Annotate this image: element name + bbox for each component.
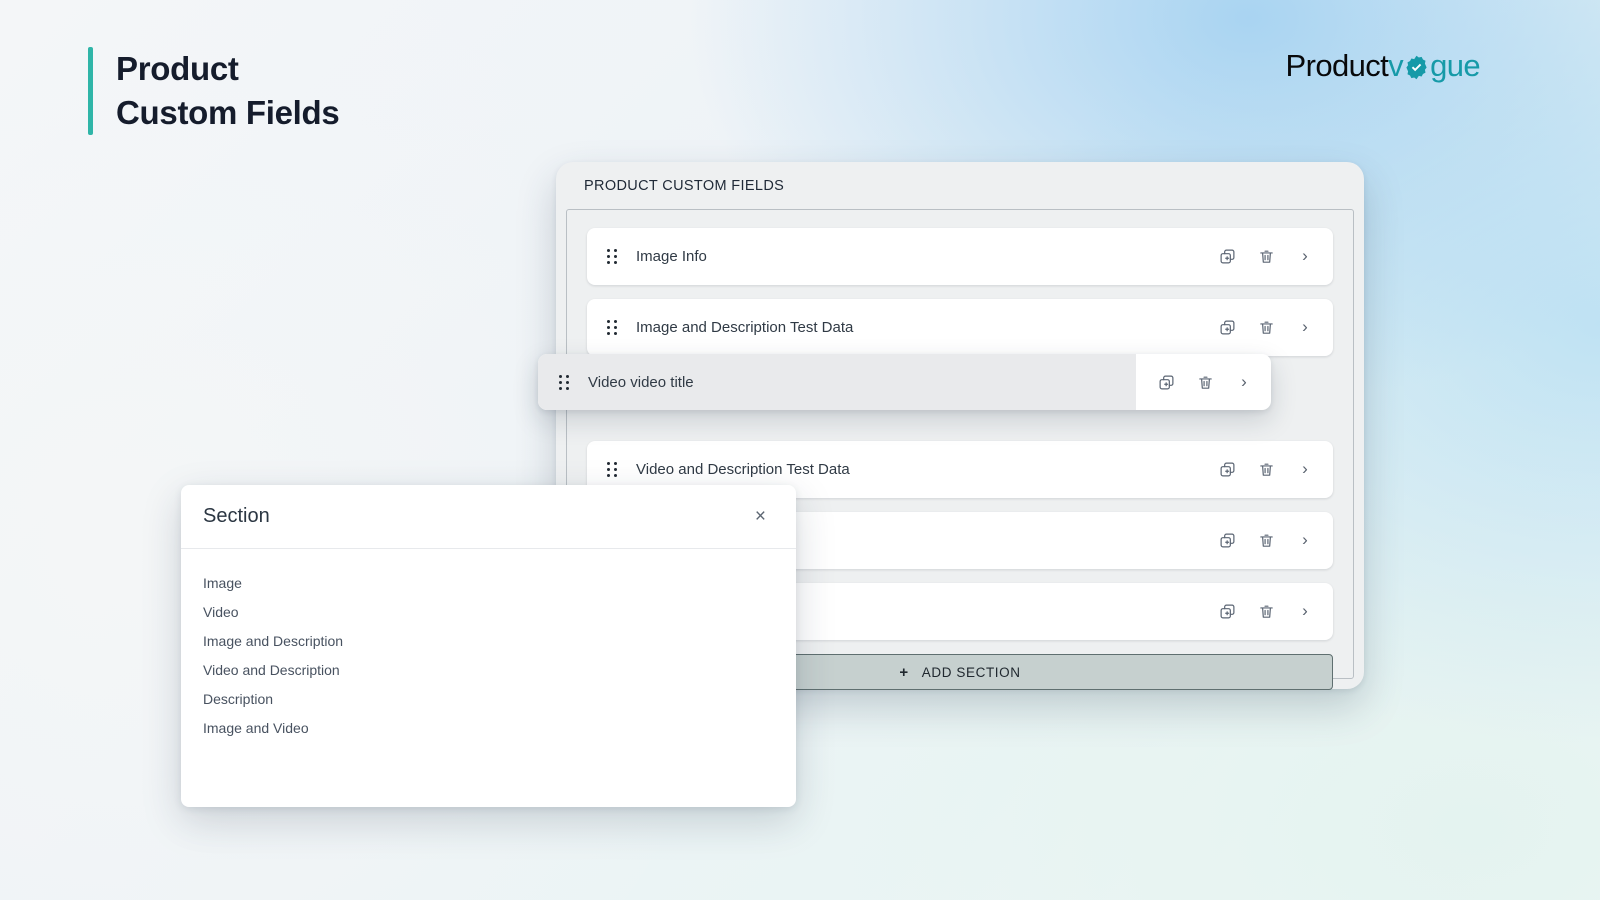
row-actions: › xyxy=(1136,372,1254,392)
trash-icon[interactable] xyxy=(1195,372,1215,392)
trash-icon[interactable] xyxy=(1256,460,1276,480)
trash-icon[interactable] xyxy=(1256,318,1276,338)
table-row[interactable]: Image Info xyxy=(587,228,1333,285)
chevron-right-icon[interactable]: › xyxy=(1295,318,1315,338)
brand-logo: Product v gue xyxy=(1286,48,1480,84)
section-row-label: Video video title xyxy=(588,374,1136,391)
chevron-right-icon[interactable]: › xyxy=(1295,531,1315,551)
page-heading: Product Custom Fields xyxy=(88,47,339,135)
section-type-list: Image Video Image and Description Video … xyxy=(181,549,796,743)
chevron-right-icon[interactable]: › xyxy=(1234,372,1254,392)
drag-handle-icon[interactable] xyxy=(607,249,617,264)
brand-text-v: v xyxy=(1388,48,1403,84)
section-row-label: Video and Description Test Data xyxy=(636,461,1217,478)
row-actions: › xyxy=(1217,460,1315,480)
add-section-label: ADD SECTION xyxy=(922,665,1021,680)
row-actions: › xyxy=(1217,247,1315,267)
chevron-right-icon[interactable]: › xyxy=(1295,247,1315,267)
table-row[interactable]: Image and Description Test Data xyxy=(587,299,1333,356)
list-item[interactable]: Video xyxy=(181,598,796,627)
drag-handle-icon[interactable] xyxy=(559,375,569,390)
list-item[interactable]: Image and Video xyxy=(181,714,796,743)
verified-badge-icon xyxy=(1403,54,1430,81)
dragging-row-body: Video video title xyxy=(538,354,1136,410)
modal-header: Section × xyxy=(181,485,796,549)
card-title: PRODUCT CUSTOM FIELDS xyxy=(584,178,784,194)
dragging-section-row[interactable]: Video video title › xyxy=(538,354,1271,410)
duplicate-icon[interactable] xyxy=(1217,602,1237,622)
row-actions: › xyxy=(1217,318,1315,338)
trash-icon[interactable] xyxy=(1256,531,1276,551)
duplicate-icon[interactable] xyxy=(1217,318,1237,338)
row-actions: › xyxy=(1217,602,1315,622)
section-row-label: Image Info xyxy=(636,248,1217,265)
row-actions: › xyxy=(1217,531,1315,551)
list-item[interactable]: Video and Description xyxy=(181,656,796,685)
trash-icon[interactable] xyxy=(1256,602,1276,622)
section-modal: Section × Image Video Image and Descript… xyxy=(181,485,796,807)
duplicate-icon[interactable] xyxy=(1217,460,1237,480)
brand-text-product: Product xyxy=(1286,48,1389,84)
page-title: Product Custom Fields xyxy=(116,47,339,135)
brand-text-gue: gue xyxy=(1430,48,1480,84)
list-item[interactable]: Description xyxy=(181,685,796,714)
trash-icon[interactable] xyxy=(1256,247,1276,267)
duplicate-icon[interactable] xyxy=(1156,372,1176,392)
section-row-label: Image and Description Test Data xyxy=(636,319,1217,336)
list-item[interactable]: Image xyxy=(181,569,796,598)
drag-handle-icon[interactable] xyxy=(607,462,617,477)
chevron-right-icon[interactable]: › xyxy=(1295,602,1315,622)
heading-accent-bar xyxy=(88,47,93,135)
list-item[interactable]: Image and Description xyxy=(181,627,796,656)
duplicate-icon[interactable] xyxy=(1217,531,1237,551)
duplicate-icon[interactable] xyxy=(1217,247,1237,267)
close-icon[interactable]: × xyxy=(749,503,772,530)
plus-icon: + xyxy=(899,664,908,681)
chevron-right-icon[interactable]: › xyxy=(1295,460,1315,480)
drag-handle-icon[interactable] xyxy=(607,320,617,335)
modal-title: Section xyxy=(203,505,270,528)
